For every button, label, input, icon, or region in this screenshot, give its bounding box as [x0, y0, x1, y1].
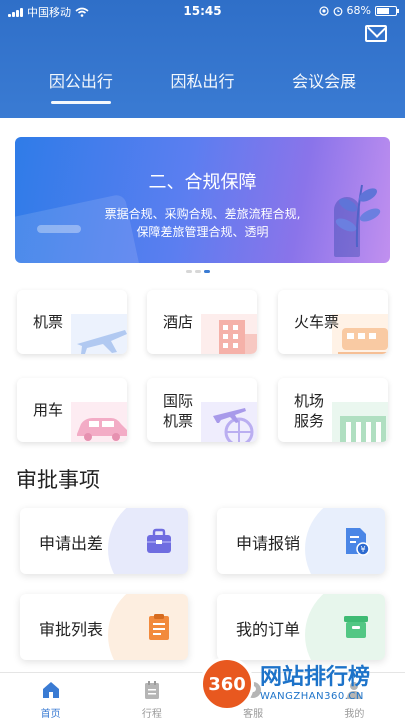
home-icon	[42, 682, 59, 698]
apply-reimbursement-card[interactable]: 申请报销 ¥	[217, 508, 385, 574]
watermark-title: 网站排行榜	[260, 665, 371, 690]
nav-label: 首页	[40, 709, 61, 720]
tab-private-travel[interactable]: 因私出行	[147, 68, 257, 98]
service-label: 机场 服务	[294, 391, 324, 431]
itinerary-icon	[144, 681, 159, 699]
battery-level-fill	[377, 7, 390, 14]
service-label-line2: 服务	[294, 412, 325, 430]
service-train[interactable]: 火车票	[278, 290, 388, 354]
location-icon	[318, 5, 329, 16]
train-icon	[332, 314, 388, 354]
card-label: 我的订单	[236, 620, 301, 639]
service-label: 用车	[33, 401, 64, 419]
service-international-flight[interactable]: 国际 机票	[147, 378, 257, 442]
carousel-dot	[195, 270, 201, 273]
battery-icon	[375, 5, 399, 16]
service-label: 国际 机票	[163, 391, 193, 431]
header: 中国移动 15:45 68% 因公出行 因私出行 会议会展	[0, 0, 405, 118]
mail-icon[interactable]	[365, 25, 387, 42]
service-label: 酒店	[163, 313, 194, 331]
airplane-icon	[71, 314, 127, 354]
service-label-line1: 机场	[294, 392, 325, 410]
banner-subtitle: 票据合规、采购合规、差旅流程合规,	[104, 207, 301, 221]
service-label: 火车票	[294, 313, 340, 331]
nav-itinerary[interactable]: 行程	[101, 673, 202, 720]
tab-conference[interactable]: 会议会展	[269, 68, 379, 98]
service-airport[interactable]: 机场 服务	[278, 378, 388, 442]
service-car[interactable]: 用车	[17, 378, 127, 442]
approval-list-card[interactable]: 审批列表	[20, 594, 188, 660]
banner-title: 二、合规保障	[148, 172, 257, 193]
banner-subtitle: 保障差旅管理合规、透明	[136, 225, 269, 239]
watermark-subtitle: WANGZHAN360.CN	[260, 691, 364, 702]
service-label: 机票	[33, 313, 64, 331]
service-label-line2: 机票	[163, 412, 194, 430]
service-hotel[interactable]: 酒店	[147, 290, 257, 354]
apply-business-trip-card[interactable]: 申请出差	[20, 508, 188, 574]
globe-plane-icon	[201, 402, 257, 442]
card-label: 申请出差	[39, 534, 104, 553]
airport-icon	[332, 402, 388, 442]
service-label-line1: 国际	[163, 392, 194, 410]
main-content: 二、合规保障 票据合规、采购合规、差旅流程合规, 保障差旅管理合规、透明 机票 …	[0, 118, 405, 672]
service-flight[interactable]: 机票	[17, 290, 127, 354]
nav-home[interactable]: 首页	[0, 673, 101, 720]
inbox-icon	[344, 616, 368, 638]
watermark: 360 网站排行榜 WANGZHAN360.CN	[200, 651, 405, 717]
hotel-icon	[201, 314, 257, 354]
card-label: 审批列表	[39, 620, 104, 639]
briefcase-icon	[147, 528, 171, 553]
receipt-icon: ¥	[346, 528, 370, 556]
battery-percent: 68%	[346, 4, 371, 17]
approval-section-title: 审批事项	[16, 468, 100, 492]
nav-label: 行程	[141, 709, 162, 720]
carousel-dot	[186, 270, 192, 273]
svg-text:¥: ¥	[360, 545, 365, 554]
clipboard-icon	[149, 614, 169, 640]
carousel-dot-active	[204, 270, 210, 273]
tab-business-travel[interactable]: 因公出行	[26, 68, 136, 104]
travel-type-tabs: 因公出行 因私出行 会议会展	[0, 68, 405, 104]
promo-banner[interactable]: 二、合规保障 票据合规、采购合规、差旅流程合规, 保障差旅管理合规、透明	[15, 137, 390, 263]
alarm-icon	[333, 6, 342, 16]
carousel-indicator[interactable]	[186, 270, 210, 273]
status-bar: 中国移动 15:45 68%	[0, 0, 405, 22]
watermark-logo: 360	[200, 657, 254, 711]
card-label: 申请报销	[236, 534, 301, 553]
car-icon	[71, 402, 127, 442]
